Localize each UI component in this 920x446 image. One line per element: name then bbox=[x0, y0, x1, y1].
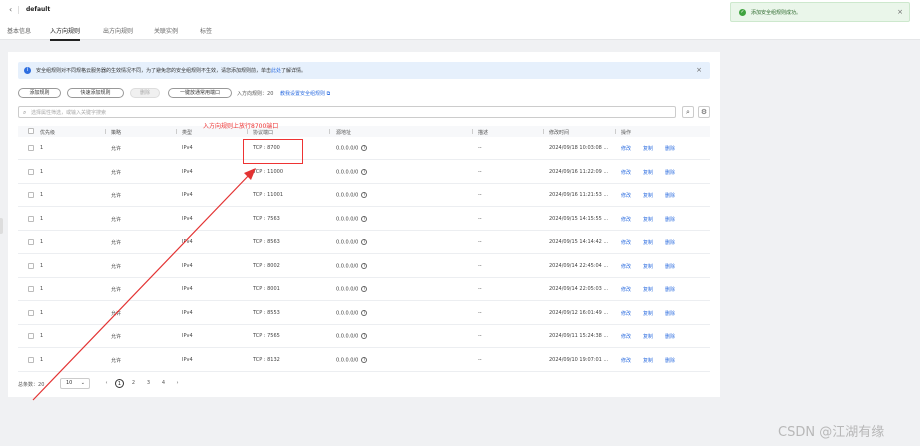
annotation-arrow bbox=[32, 168, 256, 401]
watermark: CSDN @江湖有缘 bbox=[778, 425, 885, 440]
annotation-arrow-line bbox=[32, 171, 253, 401]
